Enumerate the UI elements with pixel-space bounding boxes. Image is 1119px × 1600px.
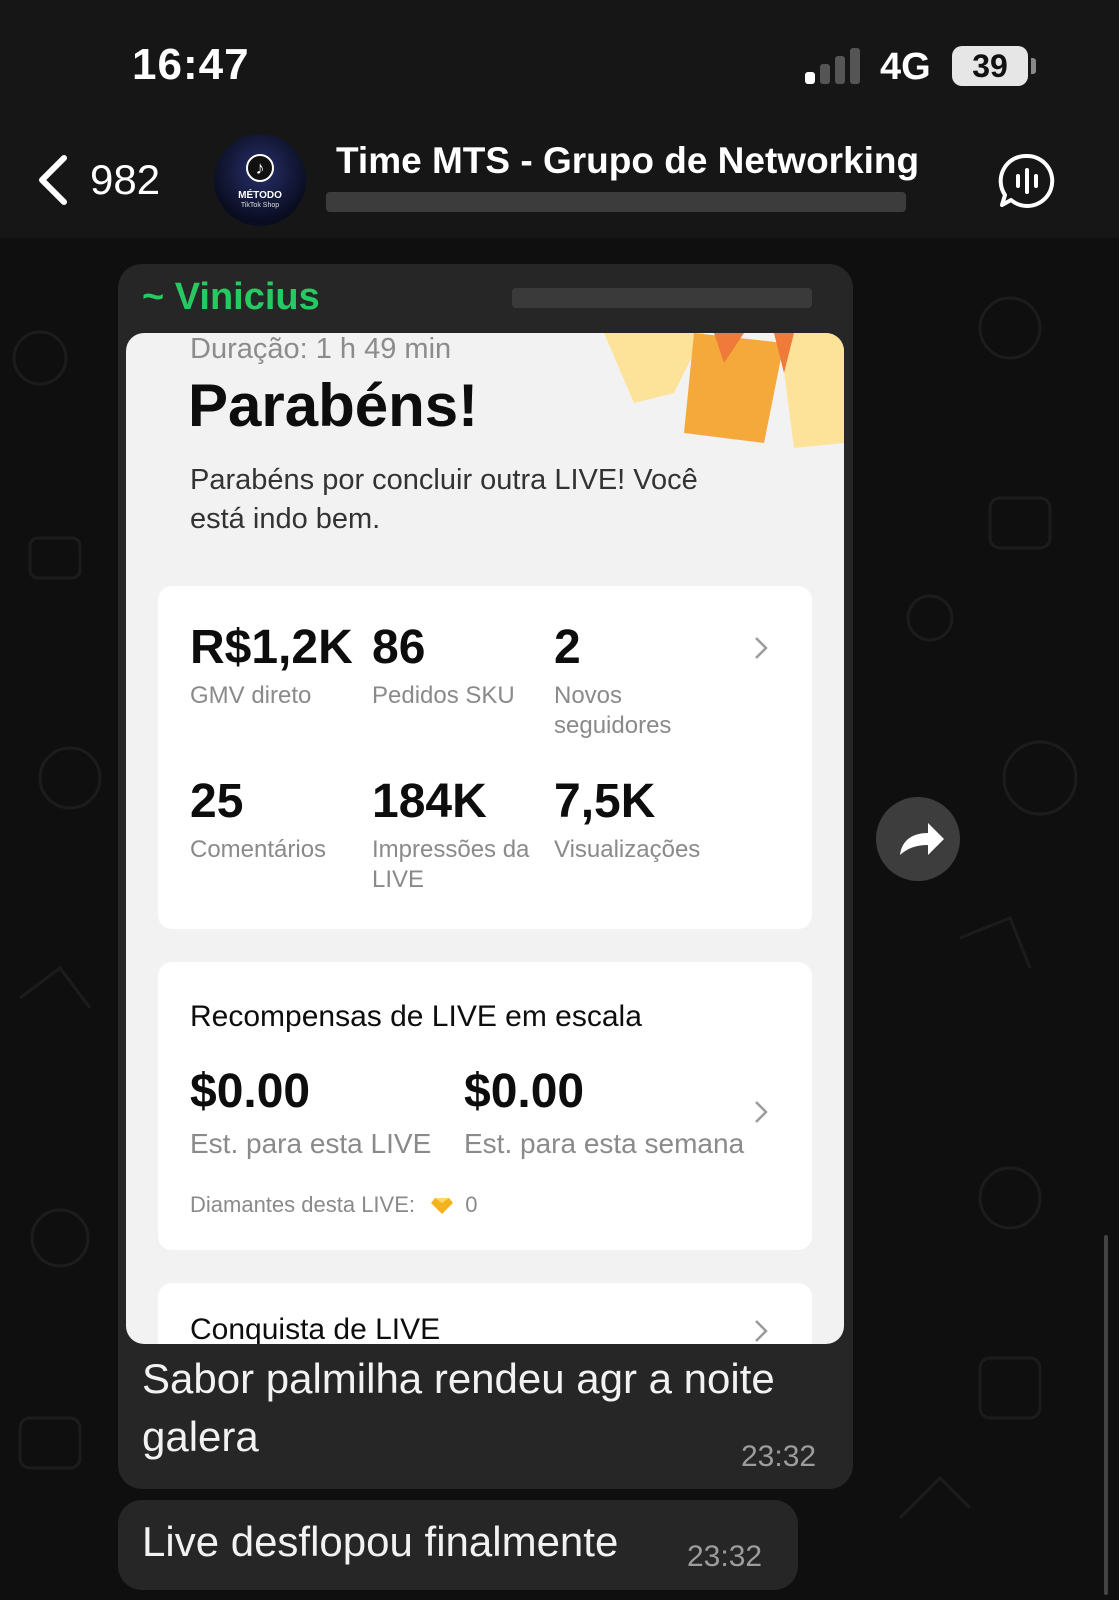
status-time: 16:47 (132, 40, 250, 89)
scrollbar[interactable] (1104, 1235, 1108, 1595)
voice-chat-icon[interactable] (998, 152, 1056, 210)
live-reward-label: Est. para esta LIVE (190, 1128, 432, 1159)
congrats-heading: Parabéns! (188, 372, 479, 439)
week-reward-label: Est. para esta semana (464, 1128, 745, 1159)
network-type: 4G (880, 46, 931, 88)
achievement-panel[interactable]: Conquista de LIVE (158, 1283, 812, 1344)
live-duration: Duração: 1 h 49 min (190, 333, 452, 365)
stats-panel[interactable]: R$1,2K GMV direto 86 Pedidos SKU 2 Novos… (158, 586, 812, 929)
diamonds-value: 0 (465, 1192, 478, 1217)
blurred-members (326, 192, 906, 212)
rewards-title: Recompensas de LIVE em escala (190, 1000, 642, 1033)
live-reward-value: $0.00 (190, 1065, 311, 1118)
top-bar: 16:47 4G 39 982 ♪ MÉTODO TikTok Shop Tim… (0, 0, 1119, 238)
battery-icon: 39 (952, 46, 1028, 86)
stat-value: 25 (190, 775, 244, 828)
avatar-logo-subtext: TikTok Shop (240, 202, 280, 209)
diamond-icon (431, 1198, 454, 1215)
stat-value: 7,5K (554, 775, 656, 828)
chevron-right-icon (755, 1320, 768, 1342)
diamonds-label: Diamantes desta LIVE: (190, 1192, 416, 1217)
group-avatar[interactable]: ♪ MÉTODO TikTok Shop (214, 134, 306, 226)
message-text: Live desflopou finalmente (142, 1518, 619, 1565)
confetti-decoration (604, 333, 844, 448)
shared-image[interactable]: Duração: 1 h 49 min Parabéns! Parabéns p… (126, 333, 844, 1344)
stat-label: Pedidos SKU (372, 682, 515, 709)
avatar-logo-text: MÉTODO (238, 190, 282, 201)
stat-followers: 2 Novos seguidores (554, 620, 719, 741)
stat-value: 184K (372, 775, 487, 828)
stat-gmv: R$1,2K GMV direto (190, 620, 355, 711)
chevron-right-icon (755, 1101, 768, 1123)
message-time: 23:32 (687, 1540, 763, 1573)
forward-button[interactable] (876, 797, 960, 881)
congrats-message: Parabéns por concluir outra LIVE! Você e… (190, 464, 698, 535)
diamonds-line: Diamantes desta LIVE: 0 (190, 1192, 478, 1218)
stat-views: 7,5K Visualizações (554, 774, 719, 865)
stat-label: Impressões da LIVE (372, 836, 530, 893)
stat-impressions: 184K Impressões da LIVE (372, 774, 537, 895)
battery-tip (1031, 58, 1036, 74)
group-title[interactable]: Time MTS - Grupo de Networking (336, 140, 919, 182)
message-time: 23:32 (741, 1440, 817, 1473)
forward-arrow-icon (900, 823, 944, 855)
rewards-panel[interactable]: Recompensas de LIVE em escala $0.00 Est.… (158, 962, 812, 1250)
back-chevron-icon[interactable] (34, 154, 74, 206)
signal-icon (805, 48, 863, 84)
stat-label: Visualizações (554, 836, 701, 863)
stat-label: Novos seguidores (554, 682, 672, 739)
unread-count[interactable]: 982 (90, 156, 160, 204)
stat-value: 2 (554, 621, 581, 674)
stat-value: 86 (372, 621, 426, 674)
stat-label: Comentários (190, 836, 327, 863)
message-text: Sabor palmilha rendeu agr a noite galera (142, 1355, 775, 1460)
tiktok-logo-icon: ♪ (246, 154, 274, 182)
sender-name[interactable]: ~ Vinicius (142, 276, 320, 319)
achievement-title: Conquista de LIVE (190, 1313, 441, 1344)
week-reward-value: $0.00 (464, 1065, 585, 1118)
stat-orders: 86 Pedidos SKU (372, 620, 537, 711)
blurred-phone (512, 288, 812, 308)
stat-label: GMV direto (190, 682, 312, 709)
stat-value: R$1,2K (190, 621, 353, 674)
chevron-right-icon (755, 637, 768, 659)
stat-comments: 25 Comentários (190, 774, 355, 865)
